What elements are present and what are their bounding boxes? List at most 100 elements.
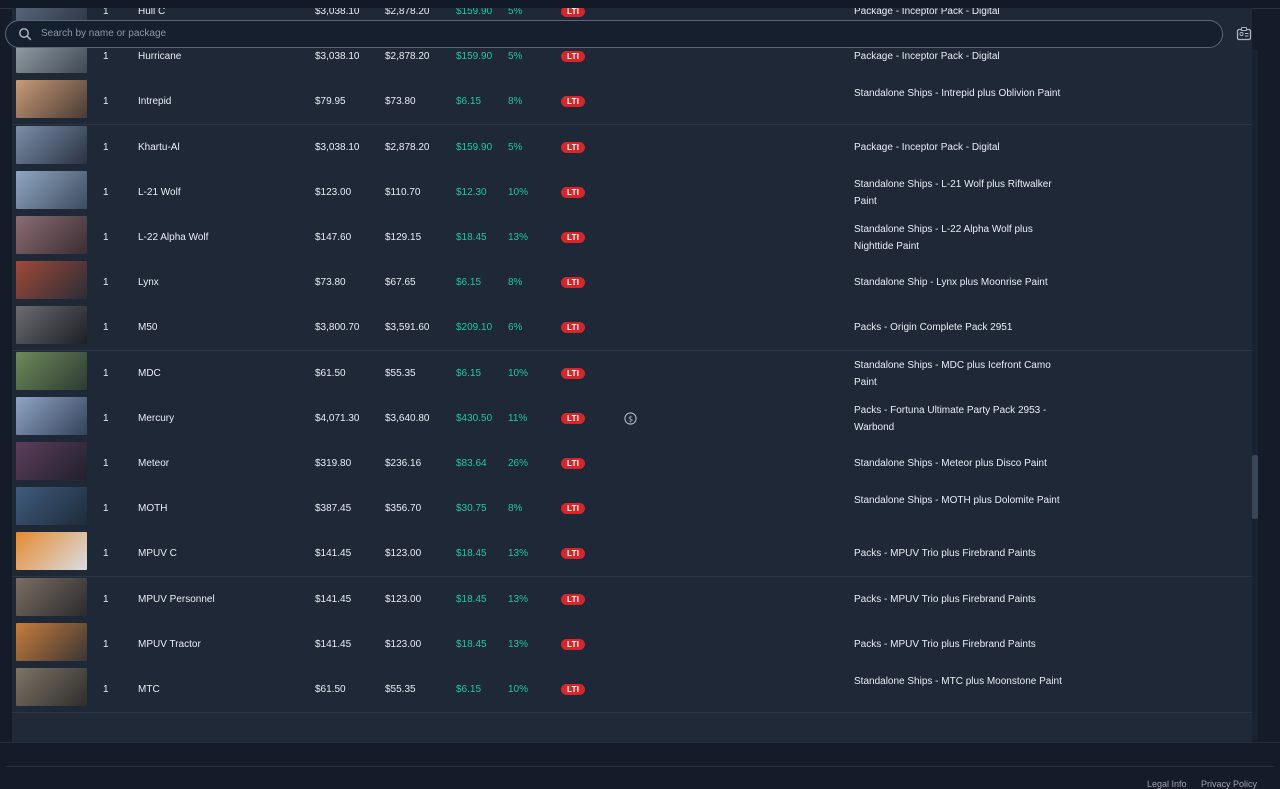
quantity: 1: [103, 186, 109, 198]
ship-name: M50: [138, 322, 158, 334]
ship-name: L-22 Alpha Wolf: [138, 232, 209, 243]
lti-badge: LTI: [561, 51, 586, 63]
msrp-price: $141.45: [315, 548, 352, 560]
table-row[interactable]: 1 MDC $61.50 $55.35 $6.15 10% LTI Standa…: [12, 350, 1252, 397]
savings-amount: $18.45: [456, 232, 487, 243]
package-name: Package - Inceptor Pack - Digital: [854, 51, 1000, 63]
ship-name: Meteor: [138, 458, 170, 469]
table-row[interactable]: 1 L-21 Wolf $123.00 $110.70 $12.30 10% L…: [12, 169, 1252, 216]
search-input[interactable]: Search by name or package: [41, 28, 166, 39]
ship-thumbnail[interactable]: [16, 261, 87, 300]
lti-badge: LTI: [561, 684, 586, 695]
table-row[interactable]: 1 Mercury $4,071.30 $3,640.80 $430.50 11…: [12, 395, 1252, 442]
quantity: 1: [103, 458, 109, 469]
savings-amount: $6.15: [456, 96, 482, 108]
package-name: Standalone Ships - Intrepid plus Oblivio…: [854, 88, 1061, 100]
ship-thumbnail[interactable]: [16, 668, 87, 706]
ship-thumbnail[interactable]: [16, 170, 87, 209]
package-name: Standalone Ship - Lynx plus Moonrise Pai…: [854, 277, 1048, 289]
table-row[interactable]: 1 M50 $3,800.70 $3,591.60 $209.10 6% LTI…: [12, 305, 1252, 352]
lti-badge: LTI: [561, 186, 586, 198]
paid-price: $2,878.20: [385, 141, 430, 153]
table-row[interactable]: 1 L-22 Alpha Wolf $147.60 $129.15 $18.45…: [12, 215, 1252, 261]
lti-badge: LTI: [561, 141, 586, 153]
ship-thumbnail[interactable]: [16, 306, 87, 345]
quantity: 1: [103, 503, 109, 515]
package-name: Package - Inceptor Pack - Digital: [854, 8, 1000, 17]
ship-thumbnail[interactable]: [16, 351, 87, 390]
msrp-price: $387.45: [315, 503, 352, 515]
paid-price: $2,878.20: [385, 51, 430, 63]
savings-percent: 11%: [508, 412, 528, 424]
msrp-price: $3,038.10: [315, 51, 360, 63]
table-row[interactable]: 1 MPUV Tractor $141.45 $123.00 $18.45 13…: [12, 621, 1252, 668]
savings-percent: 8%: [508, 503, 523, 515]
ship-thumbnail[interactable]: [16, 396, 87, 435]
paid-price: $55.35: [385, 367, 416, 379]
savings-amount: $6.15: [456, 684, 482, 695]
lti-badge: LTI: [561, 277, 586, 289]
scrollbar-thumb[interactable]: [1252, 455, 1258, 519]
lti-badge: LTI: [561, 8, 586, 17]
search-bar[interactable]: Search by name or package: [5, 20, 1223, 48]
ship-thumbnail[interactable]: [16, 442, 87, 480]
savings-percent: 8%: [508, 96, 523, 108]
privacy-policy-link[interactable]: Privacy Policy: [1201, 779, 1257, 789]
table-row[interactable]: 1 Intrepid $79.95 $73.80 $6.15 8% LTI St…: [12, 79, 1252, 126]
table-row[interactable]: 1 Meteor $319.80 $236.16 $83.64 26% LTI …: [12, 441, 1252, 487]
msrp-price: $61.50: [315, 684, 346, 695]
ship-name: Hull C: [138, 8, 166, 17]
savings-percent: 13%: [508, 232, 529, 243]
ship-name: Intrepid: [138, 96, 172, 108]
ship-name: MPUV Personnel: [138, 593, 215, 605]
table-row[interactable]: 1 MPUV Personnel $141.45 $123.00 $18.45 …: [12, 576, 1252, 623]
search-icon: [19, 28, 32, 41]
table-row[interactable]: 1 MTC $61.50 $55.35 $6.15 10% LTI Standa…: [12, 667, 1252, 713]
paid-price: $123.00: [385, 638, 422, 650]
msrp-price: $123.00: [315, 186, 352, 198]
quantity: 1: [103, 51, 109, 63]
ship-thumbnail[interactable]: [16, 80, 87, 119]
msrp-price: $4,071.30: [315, 412, 360, 424]
paid-price: $3,640.80: [385, 412, 430, 424]
msrp-price: $3,038.10: [315, 8, 360, 17]
savings-percent: 5%: [508, 8, 523, 17]
paid-price: $110.70: [385, 186, 421, 198]
paid-price: $67.65: [385, 277, 416, 289]
savings-percent: 6%: [508, 322, 523, 334]
table-row[interactable]: 1 Lynx $73.80 $67.65 $6.15 8% LTI Standa…: [12, 260, 1252, 307]
savings-amount: $430.50: [456, 412, 493, 424]
savings-percent: 13%: [508, 593, 529, 605]
package-name: Standalone Ships - MOTH plus Dolomite Pa…: [854, 495, 1060, 507]
scrollbar-track[interactable]: [1252, 50, 1258, 740]
table-row[interactable]: 1 Khartu-Al $3,038.10 $2,878.20 $159.90 …: [12, 124, 1252, 171]
ship-thumbnail[interactable]: [16, 532, 87, 571]
ship-thumbnail[interactable]: [16, 622, 87, 661]
lti-badge: LTI: [561, 548, 586, 560]
id-card-icon[interactable]: [1236, 26, 1252, 42]
ship-name: MOTH: [138, 503, 168, 515]
ship-name: Lynx: [138, 277, 159, 289]
paid-price: $55.35: [385, 684, 416, 695]
ship-thumbnail[interactable]: [16, 487, 87, 526]
table-row[interactable]: 1 MPUV C $141.45 $123.00 $18.45 13% LTI …: [12, 531, 1252, 578]
msrp-price: $141.45: [315, 638, 352, 650]
savings-amount: $18.45: [456, 638, 487, 650]
savings-percent: 10%: [508, 684, 529, 695]
divider: [6, 766, 1274, 767]
legal-info-link[interactable]: Legal Info: [1147, 779, 1187, 789]
table-row[interactable]: 1 MOTH $387.45 $356.70 $30.75 8% LTI Sta…: [12, 486, 1252, 533]
dollar-coin-icon[interactable]: $: [624, 412, 637, 425]
savings-amount: $12.30: [456, 186, 487, 198]
ship-name: MPUV C: [138, 548, 177, 560]
paid-price: $2,878.20: [385, 8, 430, 17]
ship-thumbnail[interactable]: [16, 125, 87, 164]
ship-thumbnail[interactable]: [16, 577, 87, 616]
quantity: 1: [103, 141, 109, 153]
savings-percent: 5%: [508, 141, 523, 153]
savings-amount: $209.10: [456, 322, 493, 334]
quantity: 1: [103, 638, 109, 650]
ship-name: MDC: [138, 367, 161, 379]
paid-price: $73.80: [385, 96, 416, 108]
ship-thumbnail[interactable]: [16, 216, 87, 254]
